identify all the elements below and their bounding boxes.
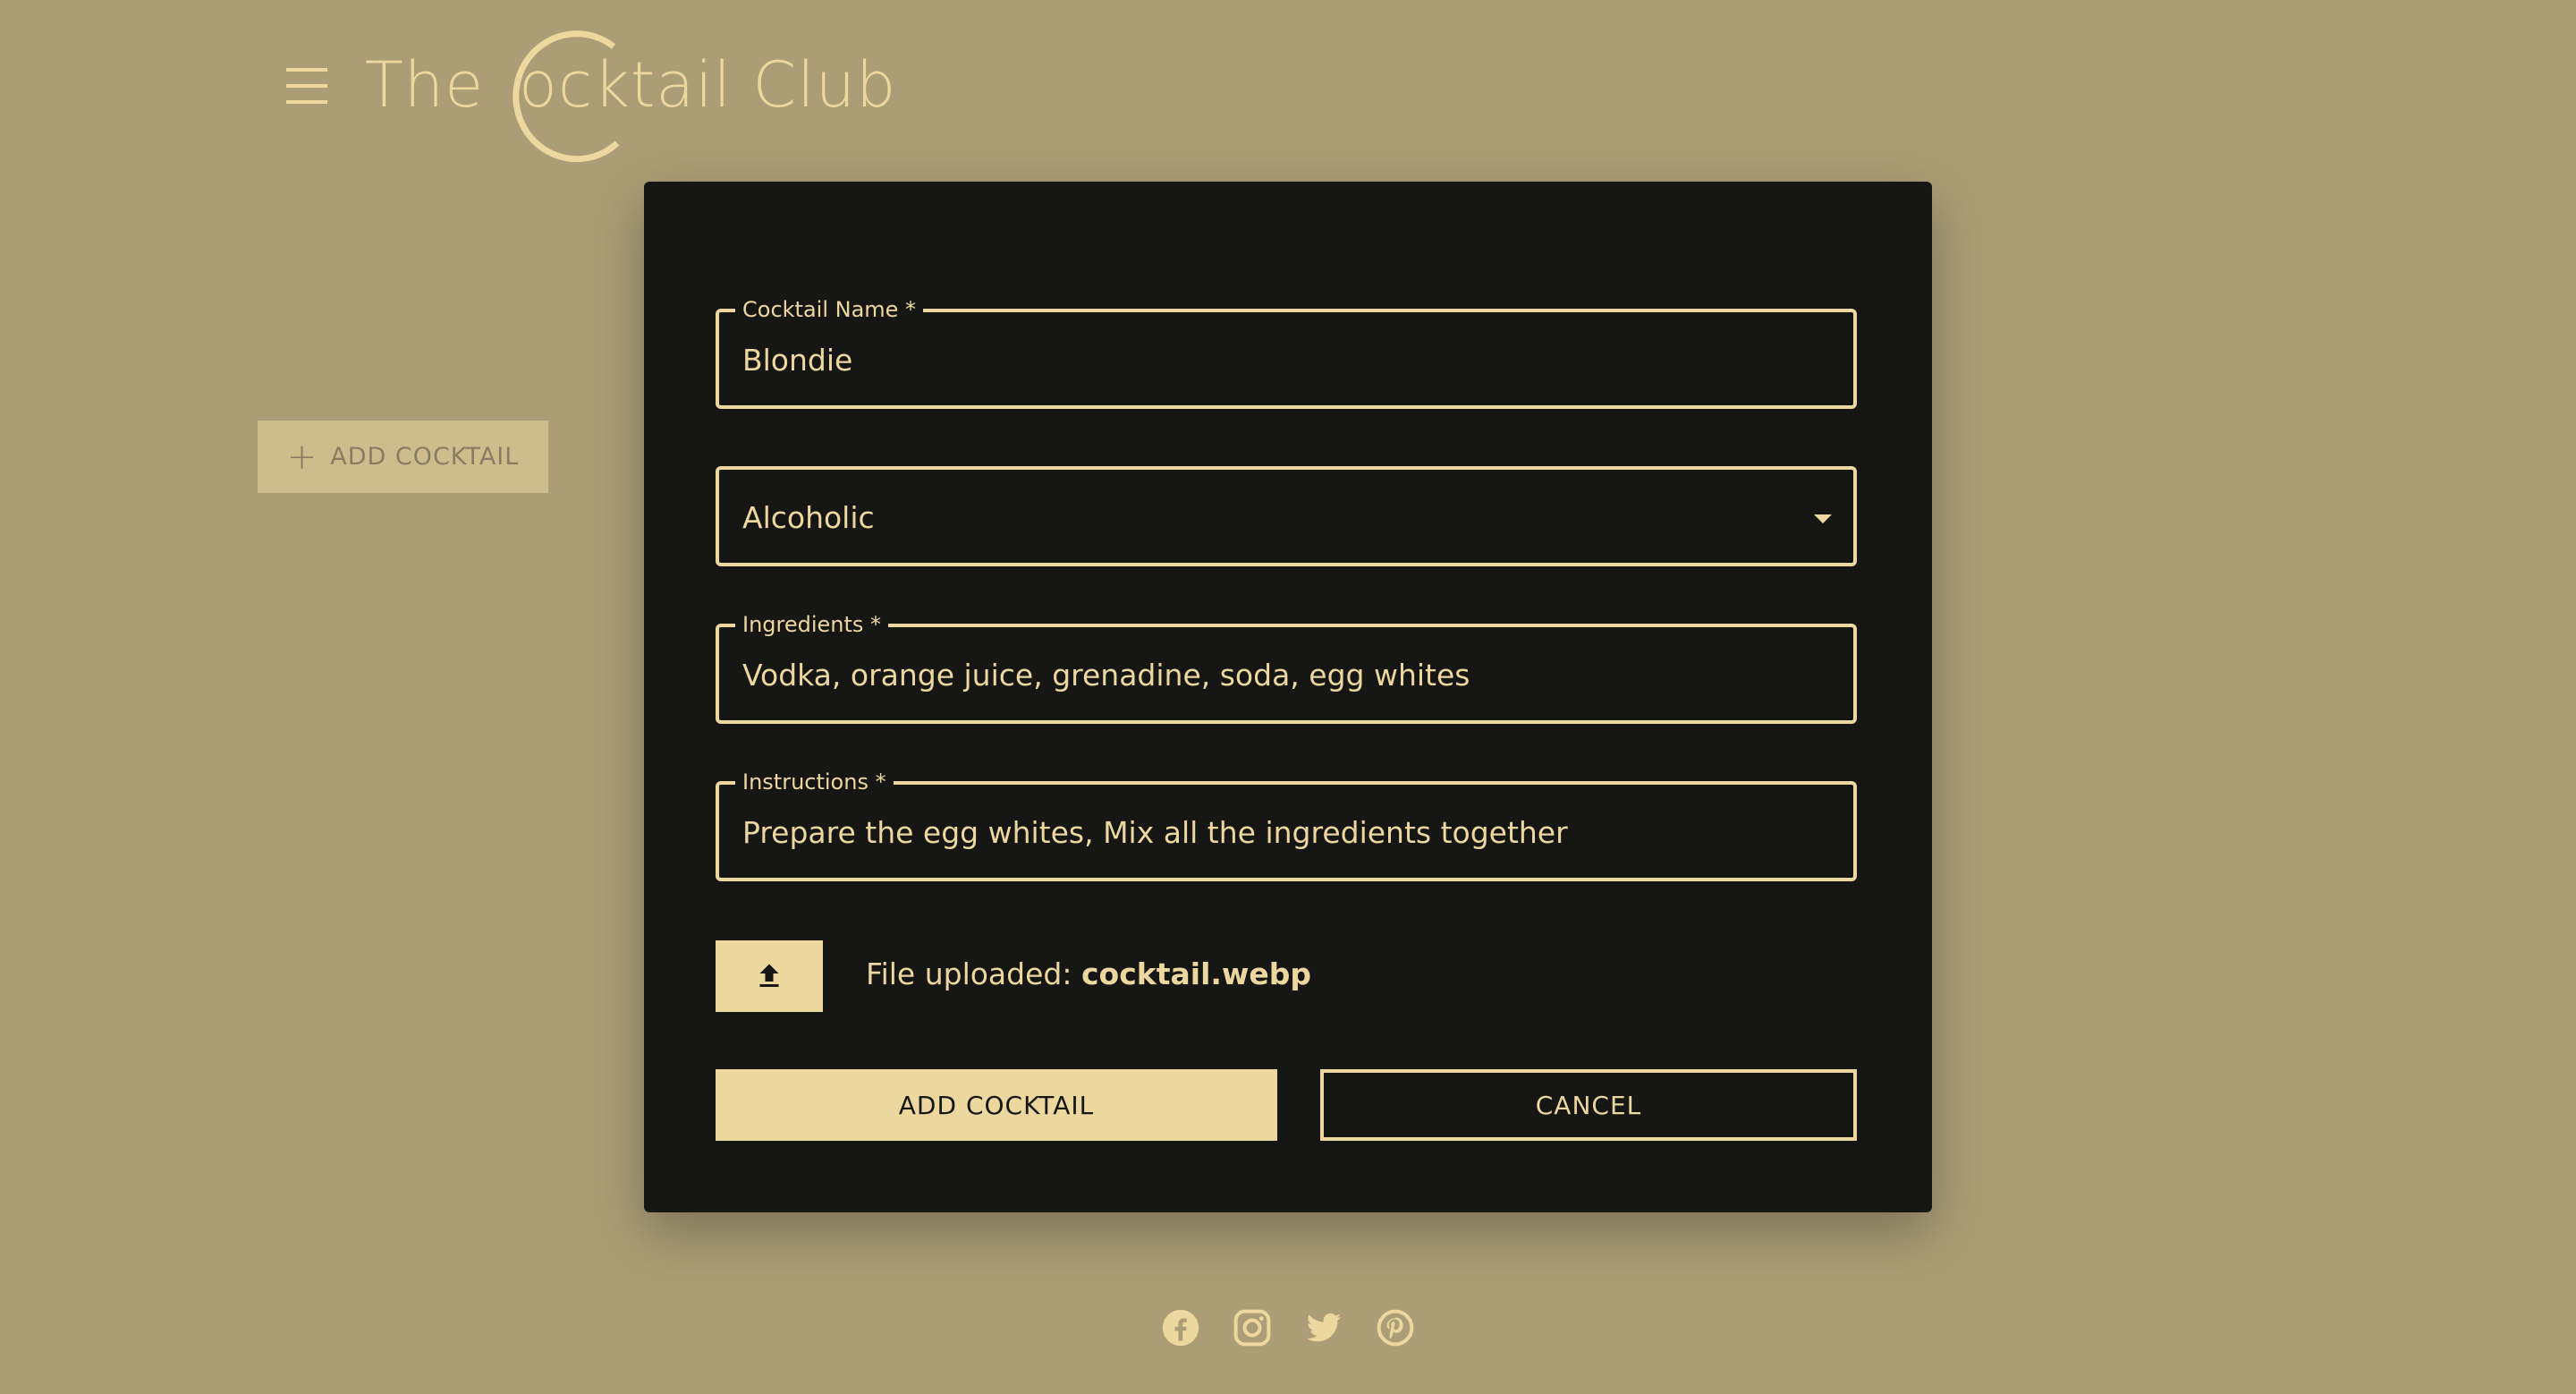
pinterest-icon[interactable] xyxy=(1376,1308,1415,1347)
cancel-label: CANCEL xyxy=(1535,1090,1642,1120)
ingredients-label: Ingredients * xyxy=(735,611,889,638)
cocktail-name-value: Blondie xyxy=(742,343,853,378)
cocktail-name-label: Cocktail Name * xyxy=(735,296,924,323)
ingredients-value: Vodka, orange juice, grenadine, soda, eg… xyxy=(742,658,1470,693)
uploaded-filename: cocktail.webp xyxy=(1080,956,1312,991)
ingredients-field[interactable]: Ingredients * Vodka, orange juice, grena… xyxy=(716,611,1857,724)
add-cocktail-submit-label: ADD COCKTAIL xyxy=(898,1090,1095,1120)
add-cocktail-submit-button[interactable]: ADD COCKTAIL xyxy=(716,1069,1277,1141)
upload-status-prefix: File uploaded: xyxy=(866,956,1072,991)
plus-icon: + xyxy=(286,436,318,478)
site-logo[interactable]: The ocktail Club xyxy=(365,23,895,166)
category-select[interactable]: Alcoholic xyxy=(716,466,1857,566)
upload-icon xyxy=(759,964,779,987)
category-value: Alcoholic xyxy=(742,500,875,535)
add-cocktail-sidebar-button[interactable]: + ADD COCKTAIL xyxy=(258,421,548,493)
instructions-label: Instructions * xyxy=(735,769,894,795)
add-cocktail-dialog: Cocktail Name * Blondie Alcoholic Ingred… xyxy=(644,182,1932,1212)
upload-status: File uploaded: cocktail.webp xyxy=(866,956,1311,992)
instructions-value: Prepare the egg whites, Mix all the ingr… xyxy=(742,815,1568,850)
cocktail-name-field[interactable]: Cocktail Name * Blondie xyxy=(716,296,1857,409)
dropdown-arrow-icon xyxy=(1814,514,1832,523)
cancel-button[interactable]: CANCEL xyxy=(1320,1069,1857,1141)
hamburger-menu-icon[interactable] xyxy=(283,66,333,106)
twitter-icon[interactable] xyxy=(1304,1308,1343,1347)
instructions-field[interactable]: Instructions * Prepare the egg whites, M… xyxy=(716,769,1857,881)
add-cocktail-sidebar-label: ADD COCKTAIL xyxy=(330,443,520,471)
logo-prefix: The xyxy=(365,48,485,122)
instagram-icon[interactable] xyxy=(1233,1308,1272,1347)
facebook-icon[interactable] xyxy=(1161,1308,1200,1347)
logo-main-text: ocktail Club xyxy=(519,48,897,122)
upload-button[interactable] xyxy=(716,940,823,1012)
